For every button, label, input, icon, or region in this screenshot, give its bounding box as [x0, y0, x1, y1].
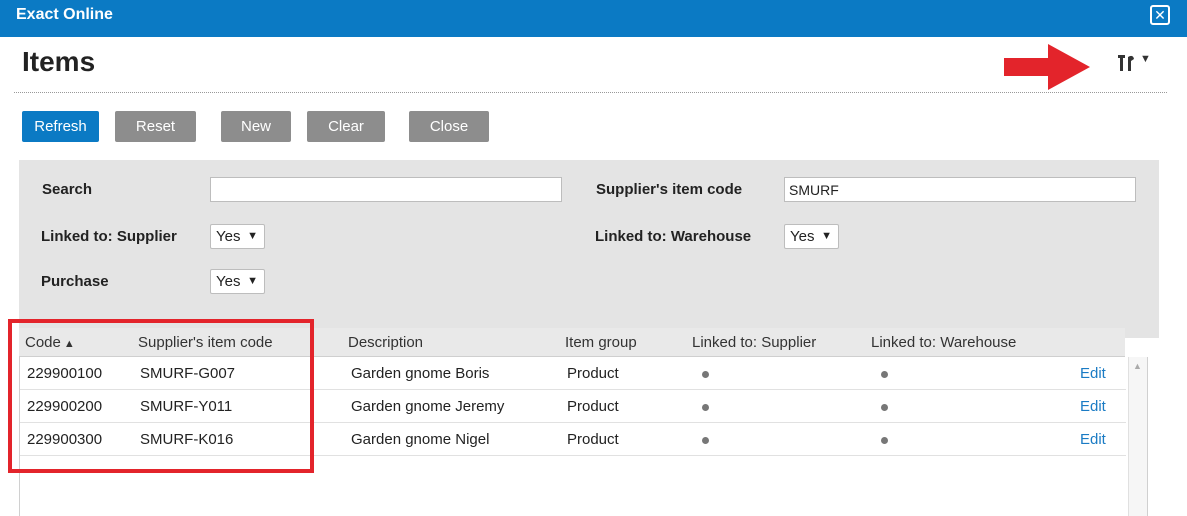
items-grid: 229900100 SMURF-G007 Garden gnome Boris … [19, 357, 1148, 516]
purchase-label: Purchase [41, 273, 109, 290]
cell-item-group: Product [567, 398, 619, 415]
supplier-item-code-input[interactable] [784, 177, 1136, 202]
linked-supplier-dot-icon [702, 437, 709, 444]
filter-panel: Search Supplier's item code Linked to: S… [19, 160, 1159, 338]
cell-item-group: Product [567, 431, 619, 448]
edit-link[interactable]: Edit [1080, 398, 1106, 415]
cell-item-group: Product [567, 365, 619, 382]
linked-warehouse-dot-icon [881, 371, 888, 378]
linked-warehouse-label: Linked to: Warehouse [595, 228, 752, 245]
purchase-value: Yes [216, 273, 241, 290]
column-header-supplier-item-code[interactable]: Supplier's item code [138, 334, 273, 351]
chevron-down-icon: ▼ [247, 275, 258, 287]
close-button[interactable]: Close [409, 111, 489, 142]
column-header-code-label: Code [25, 334, 61, 351]
new-button[interactable]: New [221, 111, 291, 142]
page-title: Items [22, 46, 96, 77]
table-row[interactable]: 229900100 SMURF-G007 Garden gnome Boris … [20, 357, 1126, 390]
grid-header: Code ▲ Supplier's item code Description I… [19, 328, 1125, 357]
cell-supplier-item-code: SMURF-Y011 [140, 398, 233, 415]
linked-supplier-dot-icon [702, 404, 709, 411]
linked-supplier-dot-icon [702, 371, 709, 378]
refresh-button[interactable]: Refresh [22, 111, 99, 142]
linked-warehouse-value: Yes [790, 228, 815, 245]
linked-supplier-value: Yes [216, 228, 241, 245]
cell-description: Garden gnome Nigel [351, 431, 490, 448]
cell-description: Garden gnome Boris [351, 365, 490, 382]
reset-button[interactable]: Reset [115, 111, 196, 142]
linked-warehouse-dot-icon [881, 437, 888, 444]
linked-supplier-select[interactable]: Yes ▼ [210, 224, 265, 249]
linked-warehouse-dot-icon [881, 404, 888, 411]
sort-ascending-icon: ▲ [63, 338, 75, 350]
cell-description: Garden gnome Jeremy [351, 398, 505, 415]
supplier-item-code-label: Supplier's item code [596, 181, 743, 198]
cell-code: 229900300 [27, 431, 103, 448]
tools-menu-button[interactable]: ▼ [1117, 50, 1157, 76]
annotation-arrow-icon [1004, 44, 1090, 90]
table-row[interactable]: 229900200 SMURF-Y011 Garden gnome Jeremy… [20, 390, 1126, 423]
linked-warehouse-select[interactable]: Yes ▼ [784, 224, 839, 249]
column-header-item-group[interactable]: Item group [565, 334, 637, 351]
edit-link[interactable]: Edit [1080, 431, 1106, 448]
linked-supplier-label: Linked to: Supplier [41, 228, 177, 245]
column-header-code[interactable]: Code ▲ [25, 334, 75, 351]
cell-code: 229900200 [27, 398, 103, 415]
grid-scrollbar[interactable]: ▲ [1128, 357, 1147, 516]
scroll-up-icon[interactable]: ▲ [1133, 361, 1142, 371]
table-row[interactable]: 229900300 SMURF-K016 Garden gnome Nigel … [20, 423, 1126, 456]
column-header-description[interactable]: Description [348, 334, 423, 351]
title-bar: Exact Online ✕ [0, 0, 1187, 37]
app-title: Exact Online [16, 6, 113, 23]
purchase-select[interactable]: Yes ▼ [210, 269, 265, 294]
title-divider [14, 92, 1167, 93]
chevron-down-icon: ▼ [821, 230, 832, 242]
column-header-linked-warehouse[interactable]: Linked to: Warehouse [871, 334, 1016, 351]
search-label: Search [42, 181, 93, 198]
tools-icon [1118, 55, 1134, 71]
clear-button[interactable]: Clear [307, 111, 385, 142]
chevron-down-icon: ▼ [1140, 53, 1151, 65]
column-header-linked-supplier[interactable]: Linked to: Supplier [692, 334, 816, 351]
cell-supplier-item-code: SMURF-K016 [140, 431, 234, 448]
chevron-down-icon: ▼ [247, 230, 258, 242]
cell-supplier-item-code: SMURF-G007 [140, 365, 236, 382]
close-icon[interactable]: ✕ [1150, 5, 1170, 25]
cell-code: 229900100 [27, 365, 103, 382]
search-input[interactable] [210, 177, 562, 202]
edit-link[interactable]: Edit [1080, 365, 1106, 382]
